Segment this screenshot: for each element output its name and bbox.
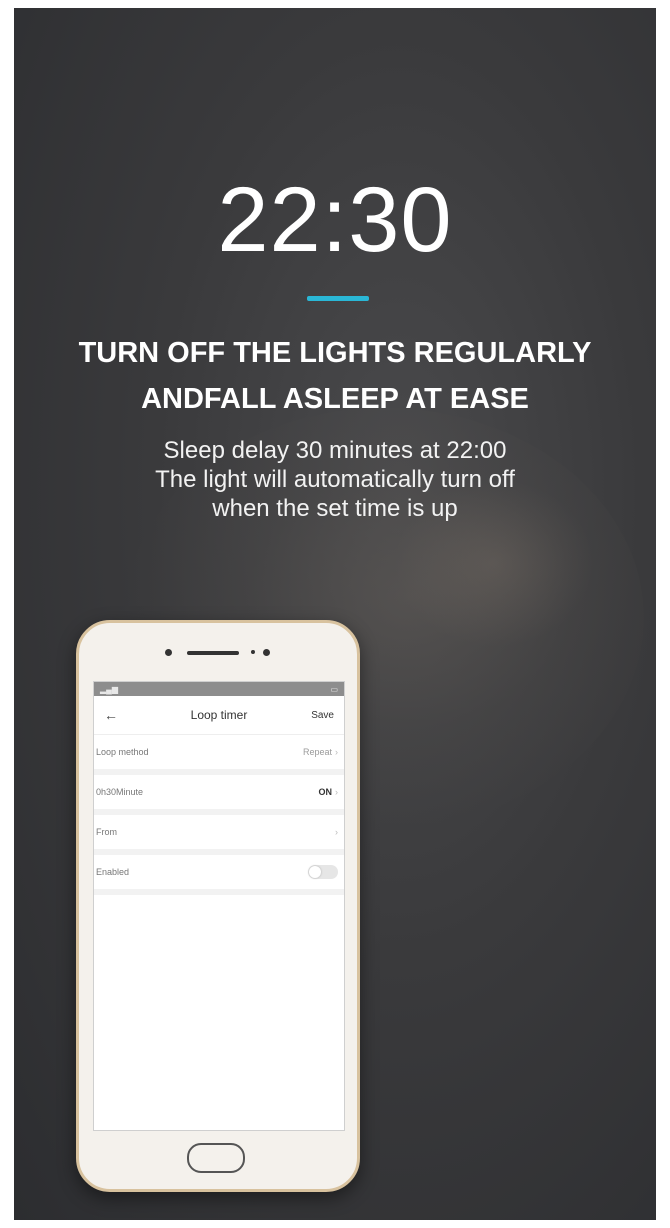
row-label: 0h30Minute	[96, 787, 144, 797]
hero-description: Sleep delay 30 minutes at 22:00 The ligh…	[14, 436, 656, 523]
row-label: Loop method	[96, 747, 149, 757]
toggle-knob	[309, 866, 321, 878]
save-button[interactable]: Save	[294, 710, 334, 721]
phone-status-bar: ▂▄▆ ▭	[94, 682, 344, 696]
phone-mockup: ▂▄▆ ▭ ← Loop timer Save Loop method Repe…	[76, 620, 360, 1192]
row-value: ON	[318, 787, 333, 797]
promo-poster: 22:30 TURN OFF THE LIGHTS REGULARLY ANDF…	[14, 8, 656, 1220]
row-label: Enabled	[96, 867, 130, 877]
sensor-dot-icon	[251, 650, 255, 654]
phone-screen: ▂▄▆ ▭ ← Loop timer Save Loop method Repe…	[93, 681, 345, 1131]
front-camera-icon	[165, 649, 172, 656]
home-button	[187, 1143, 245, 1173]
enabled-toggle[interactable]	[308, 865, 338, 879]
back-arrow-icon[interactable]: ←	[104, 707, 144, 723]
chevron-right-icon: ›	[335, 787, 338, 797]
row-value: Repeat	[302, 747, 332, 757]
accent-underline	[307, 296, 369, 301]
chevron-right-icon: ›	[335, 827, 338, 837]
chevron-right-icon: ›	[335, 747, 338, 757]
battery-icon: ▭	[330, 684, 338, 694]
from-row[interactable]: From ›	[94, 815, 344, 855]
loop-method-row[interactable]: Loop method Repeat ›	[94, 735, 344, 775]
earpiece-speaker	[187, 651, 239, 655]
app-header: ← Loop timer Save	[94, 696, 344, 735]
duration-row[interactable]: 0h30Minute ON ›	[94, 775, 344, 815]
sensor-dot-icon	[263, 649, 270, 656]
headline-line-1: TURN OFF THE LIGHTS REGULARLY	[78, 337, 592, 369]
app-title: Loop timer	[190, 708, 248, 722]
hero-time: 22:30	[217, 169, 453, 271]
row-label: From	[96, 827, 117, 837]
hero-headline: TURN OFF THE LIGHTS REGULARLY ANDFALL AS…	[14, 330, 656, 422]
signal-icon: ▂▄▆	[100, 684, 118, 694]
desc-line-3: when the set time is up	[212, 495, 458, 522]
enabled-row: Enabled	[94, 855, 344, 895]
desc-line-2: The light will automatically turn off	[155, 466, 515, 493]
headline-line-2: ANDFALL ASLEEP AT EASE	[141, 383, 529, 415]
desc-line-1: Sleep delay 30 minutes at 22:00	[163, 437, 507, 464]
